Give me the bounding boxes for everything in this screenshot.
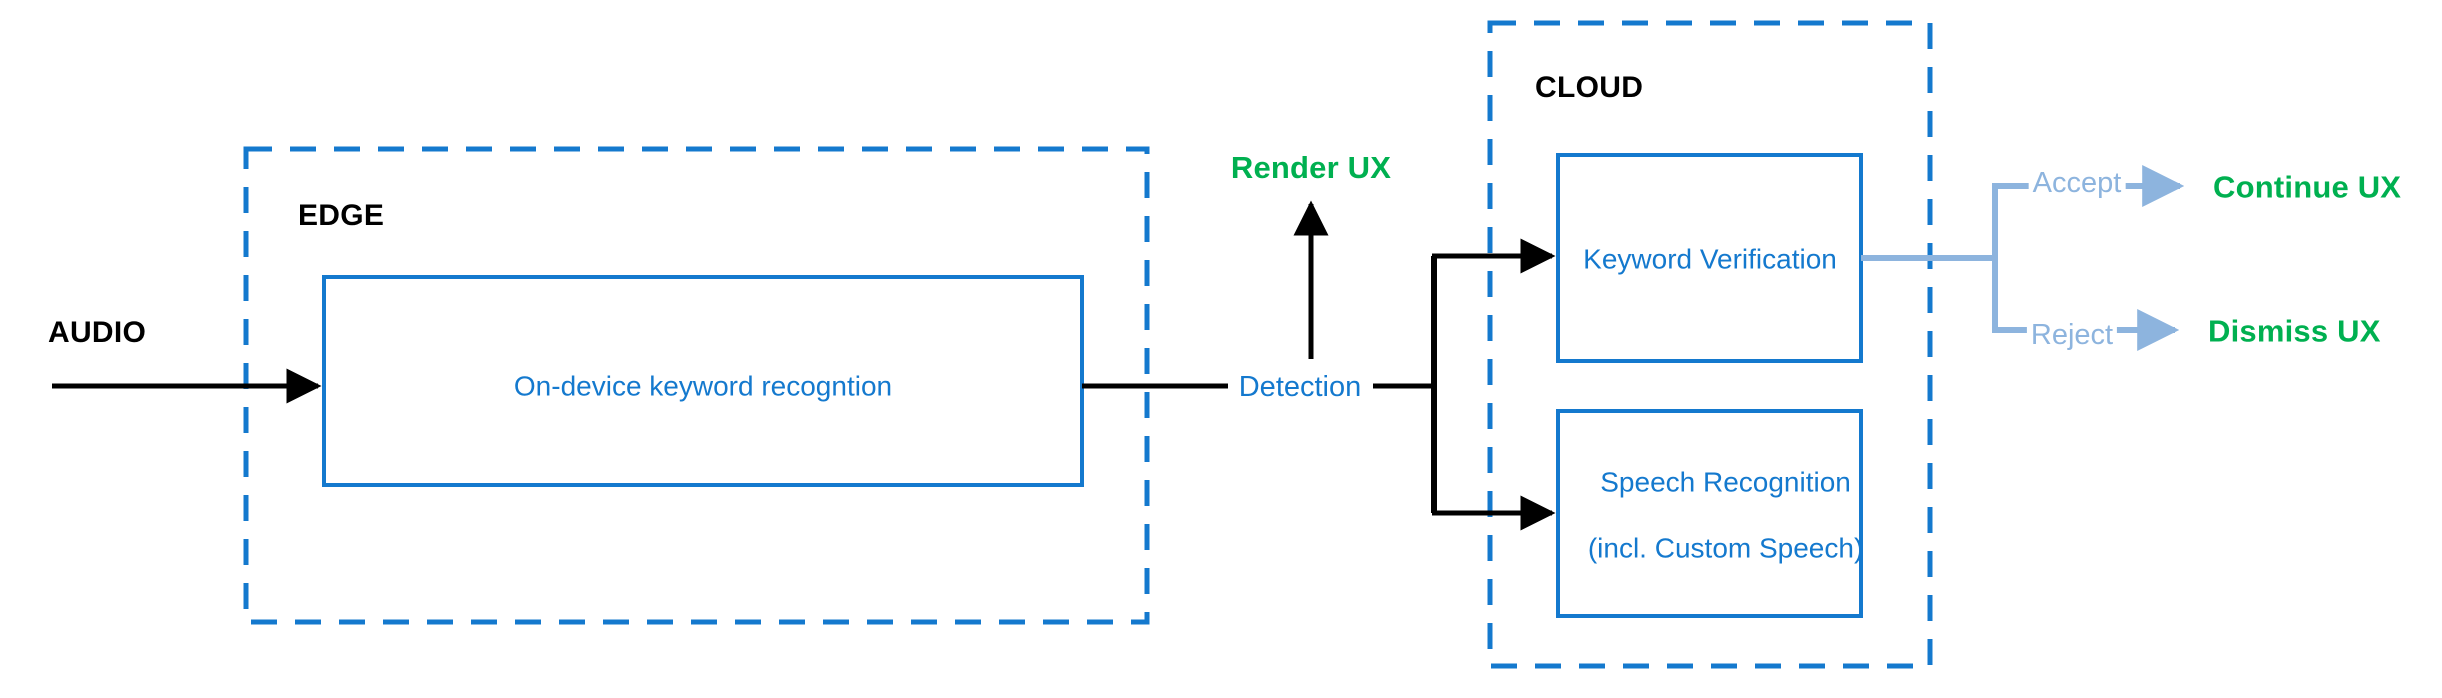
on-device-node-label: On-device keyword recogntion bbox=[513, 370, 893, 402]
edge-zone-label: EDGE bbox=[298, 199, 385, 232]
continue-ux-outcome-label: Continue UX bbox=[2213, 169, 2402, 205]
render-ux-outcome-label: Render UX bbox=[1230, 150, 1392, 185]
speech-recognition-label-line1: Speech Recognition bbox=[1600, 466, 1851, 498]
accept-edge-label: Accept bbox=[2028, 165, 2126, 201]
speech-recognition-node-label: Speech Recognition (incl. Custom Speech) bbox=[1557, 432, 1864, 597]
audio-input-label: AUDIO bbox=[48, 316, 147, 349]
dismiss-ux-outcome-label: Dismiss UX bbox=[2208, 313, 2381, 349]
cloud-zone-label: CLOUD bbox=[1535, 71, 1644, 104]
speech-recognition-label-line2: (incl. Custom Speech) bbox=[1587, 532, 1864, 564]
diagram-canvas: AUDIO EDGE CLOUD On-device keyword recog… bbox=[0, 0, 2442, 698]
keyword-verification-node-label: Keyword Verification bbox=[1583, 243, 1837, 275]
reject-edge-label: Reject bbox=[2026, 317, 2118, 353]
detection-edge-label: Detection bbox=[1232, 369, 1368, 405]
